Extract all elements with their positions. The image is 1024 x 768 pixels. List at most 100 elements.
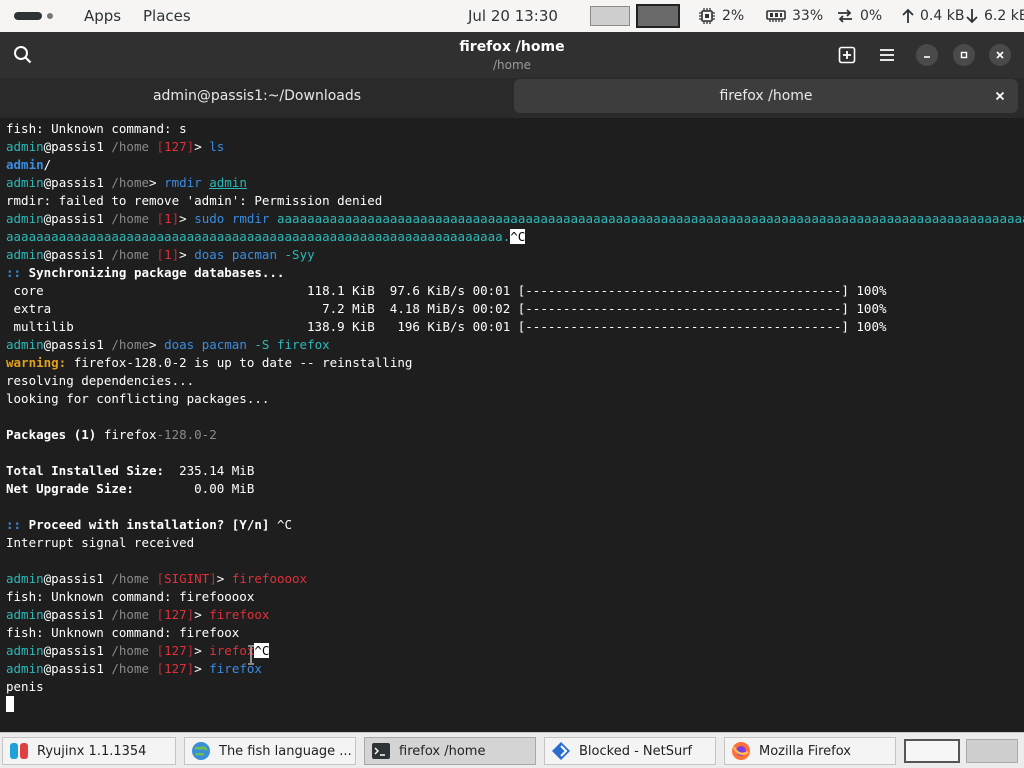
- terminal-text: 127: [164, 607, 187, 622]
- terminal-text: SIGINT: [164, 571, 210, 586]
- terminal-text: @passis1: [43, 211, 112, 226]
- terminal-text: [: [149, 247, 165, 262]
- new-tab-button[interactable]: [836, 44, 858, 66]
- cpu-indicator[interactable]: 2%: [698, 0, 744, 32]
- maximize-icon: [960, 51, 968, 59]
- terminal-text: @passis1: [43, 337, 112, 352]
- task-firefox[interactable]: Mozilla Firefox: [724, 737, 896, 765]
- terminal-text: aaaaaaaaaaaaaaaaaaaaaaaaaaaaaaaaaaaaaaaa…: [6, 229, 511, 244]
- terminal-text: ::: [6, 517, 22, 532]
- workspace-2-thumbnail[interactable]: [636, 4, 680, 28]
- close-window-button[interactable]: [989, 44, 1011, 66]
- terminal-text: @passis1: [43, 643, 112, 658]
- tab-downloads[interactable]: admin@passis1:~/Downloads: [4, 79, 510, 113]
- workspace-pager-2[interactable]: [966, 739, 1018, 763]
- apps-menu[interactable]: Apps: [84, 0, 121, 32]
- terminal-text: >: [179, 211, 195, 226]
- minimize-button[interactable]: [916, 44, 938, 66]
- terminal-text: 1: [164, 247, 172, 262]
- terminal-line: rmdir: failed to remove 'admin': Permiss…: [6, 192, 382, 210]
- terminal-line: admin@passis1 /home> rmdir admin: [6, 174, 247, 192]
- hamburger-menu-icon: [880, 49, 894, 61]
- task-ryujinx[interactable]: Ryujinx 1.1.1354: [2, 737, 176, 765]
- workspace-pager-1[interactable]: [904, 739, 960, 763]
- terminal-text: 127: [164, 139, 187, 154]
- tab-firefox-home[interactable]: firefox /home: [514, 79, 1018, 113]
- memory-icon: [766, 8, 786, 24]
- search-button[interactable]: [12, 44, 34, 66]
- terminal-text: multilib 138.9 KiB 196 KiB/s 00:01 [----…: [6, 319, 887, 334]
- terminal-line: admin@passis1 /home> doas pacman -S fire…: [6, 336, 330, 354]
- terminal-text: Net Upgrade Size:: [6, 481, 134, 496]
- terminal-text: firefox: [96, 427, 157, 442]
- terminal-text: >: [149, 337, 165, 352]
- terminal-text: extra 7.2 MiB 4.18 MiB/s 00:02 [--------…: [6, 301, 887, 316]
- task-netsurf[interactable]: Blocked - NetSurf: [544, 737, 716, 765]
- terminal-text: fish: Unknown command: s: [6, 121, 187, 136]
- terminal-text: 1: [164, 211, 172, 226]
- terminal-text: warning:: [6, 355, 67, 370]
- terminal-text: rmdir: failed to remove 'admin': Permiss…: [6, 193, 383, 208]
- terminal-text: fish: Unknown command: firefoox: [6, 625, 240, 640]
- firefox-icon: [731, 741, 751, 761]
- terminal-text: looking for conflicting packages...: [6, 391, 270, 406]
- activities-indicator[interactable]: [14, 0, 53, 32]
- terminal-text: @passis1: [43, 247, 112, 262]
- terminal-text: ^C: [510, 229, 526, 244]
- terminal-line: looking for conflicting packages...: [6, 390, 269, 408]
- main-menu-button[interactable]: [876, 44, 898, 66]
- terminal-text: /home: [111, 139, 150, 154]
- maximize-button[interactable]: [953, 44, 975, 66]
- terminal-text: ]: [209, 571, 217, 586]
- terminal-text: admin: [6, 607, 44, 622]
- memory-indicator[interactable]: 33%: [766, 0, 823, 32]
- terminal-text: Packages (1): [6, 427, 97, 442]
- close-icon: [996, 51, 1004, 59]
- terminal-line: admin/: [6, 156, 51, 174]
- system-top-bar: Apps Places Jul 20 13:30 2% 33% 0% 0.4 k…: [0, 0, 1024, 32]
- terminal-text: [: [149, 643, 165, 658]
- task-label: Blocked - NetSurf: [579, 743, 693, 759]
- terminal-text: admin: [6, 661, 44, 676]
- terminal-text: admin: [6, 139, 44, 154]
- cpu-icon: [698, 7, 716, 25]
- swap-arrows-icon: [836, 8, 854, 24]
- terminal-text: >: [194, 661, 210, 676]
- terminal-text: [: [149, 661, 165, 676]
- upload-indicator[interactable]: 0.4 kB: [902, 0, 964, 32]
- task-terminal[interactable]: firefox /home: [364, 737, 536, 765]
- terminal-text: ^C: [269, 517, 292, 532]
- terminal-text: -S firefox: [246, 337, 330, 352]
- terminal-text: Proceed with installation? [Y/n]: [21, 517, 270, 532]
- workspace-1-thumbnail[interactable]: [590, 6, 630, 26]
- swap-indicator[interactable]: 0%: [836, 0, 882, 32]
- cpu-value: 2%: [722, 8, 745, 24]
- terminal-text: admin: [6, 247, 44, 262]
- terminal-text: >: [194, 643, 210, 658]
- terminal-line: Packages (1) firefox-128.0-2: [6, 426, 217, 444]
- terminal-header-bar: firefox /home /home: [0, 32, 1024, 78]
- terminal-text: -Syy: [277, 247, 315, 262]
- clock[interactable]: Jul 20 13:30: [468, 0, 558, 32]
- arrow-down-icon: [966, 8, 978, 24]
- terminal-text: @passis1: [43, 139, 112, 154]
- terminal-text: admin: [6, 175, 44, 190]
- terminal-line: core 118.1 KiB 97.6 KiB/s 00:01 [-------…: [6, 282, 887, 300]
- window-subtitle: /home: [492, 58, 532, 72]
- places-menu[interactable]: Places: [143, 0, 191, 32]
- download-indicator[interactable]: 6.2 kB: [966, 0, 1024, 32]
- terminal-text: doas pacman: [194, 247, 277, 262]
- terminal-text: @passis1: [43, 175, 112, 190]
- terminal-line: admin@passis1 /home [1]> doas pacman -Sy…: [6, 246, 315, 264]
- taskbar: Ryujinx 1.1.1354 The fish language ... f…: [0, 732, 1024, 768]
- close-tab-button[interactable]: [992, 88, 1008, 104]
- terminal-line: Interrupt signal received: [6, 534, 194, 552]
- terminal-output[interactable]: penis admin@passis1 /home [127]> firefox a…: [0, 118, 1024, 732]
- window-title: firefox /home: [459, 39, 565, 55]
- terminal-text: /home: [111, 643, 150, 658]
- terminal-line: fish: Unknown command: firefoox: [6, 624, 239, 642]
- terminal-line: penis: [6, 678, 44, 696]
- task-fish-docs[interactable]: The fish language ...: [184, 737, 356, 765]
- terminal-text: firefoox: [209, 607, 270, 622]
- terminal-line: aaaaaaaaaaaaaaaaaaaaaaaaaaaaaaaaaaaaaaaa…: [6, 228, 526, 246]
